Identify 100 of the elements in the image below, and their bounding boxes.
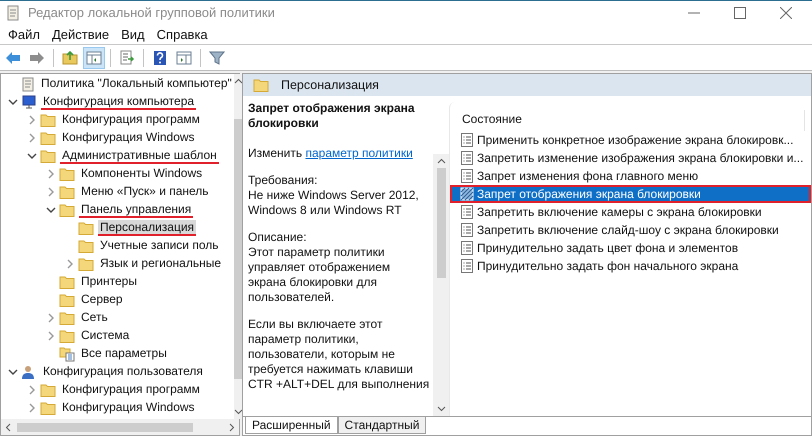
hatched-setting-icon: [460, 187, 474, 201]
folder-icon: [59, 293, 75, 307]
folder-icon: [59, 275, 75, 289]
chevron-right-icon[interactable]: [28, 133, 36, 143]
tree-item[interactable]: Меню «Пуск» и панель: [79, 184, 211, 200]
setting-icon: [460, 241, 474, 255]
computer-icon: [21, 95, 37, 109]
policy-setting-row[interactable]: Принудительно задать цвет фона и элементов: [450, 239, 811, 257]
vertical-scrollbar[interactable]: [433, 154, 449, 416]
scroll-right-icon[interactable]: [229, 422, 235, 432]
chevron-right-icon[interactable]: [48, 313, 54, 323]
toolbar-button[interactable]: [83, 46, 105, 68]
close-icon[interactable]: [780, 6, 792, 18]
tree-item[interactable]: Язык и региональные: [98, 256, 223, 272]
tree-item[interactable]: Сеть: [79, 310, 110, 326]
folder-icon: [59, 311, 75, 325]
chevron-right-icon[interactable]: [28, 115, 36, 125]
folder-icon: [59, 203, 75, 217]
user-icon: [21, 364, 37, 380]
menu-item[interactable]: Вид: [115, 26, 151, 42]
folder-icon: [78, 257, 94, 271]
chevron-right-icon[interactable]: [48, 331, 54, 341]
scroll-icon: [21, 76, 35, 92]
tree-item[interactable]: Конфигурация пользователя: [41, 364, 205, 380]
pane-title: Персонализация: [281, 78, 379, 92]
setting-icon: [460, 133, 474, 147]
folder-icon: [40, 149, 56, 163]
folder-icon: [59, 185, 75, 199]
scroll-icon: [6, 4, 20, 20]
tree-item[interactable]: Политика "Локальный компьютер": [39, 76, 234, 92]
tree-item[interactable]: Конфигурация программ: [60, 112, 202, 128]
tree-item[interactable]: Конфигурация компьютера: [41, 94, 196, 110]
menu-item[interactable]: Файл: [2, 26, 46, 42]
tree-item[interactable]: Персонализация: [98, 220, 196, 236]
maximize-icon[interactable]: [734, 6, 746, 18]
tree-item[interactable]: Административные шаблон: [60, 148, 219, 164]
policy-setting-row[interactable]: Запретить включение камеры с экрана блокировки: [450, 203, 811, 221]
policy-title: Запрет отображения экрана блокировки: [248, 101, 416, 131]
policy-setting-link[interactable]: параметр политики: [305, 146, 413, 160]
chevron-right-icon[interactable]: [28, 403, 36, 413]
chevron-down-icon[interactable]: [27, 152, 37, 160]
setting-icon: [460, 151, 474, 165]
tree-item[interactable]: Конфигурация Windows: [60, 130, 197, 146]
setting-icon: [460, 223, 474, 237]
chevron-down-icon[interactable]: [8, 98, 18, 106]
tree-item[interactable]: Конфигурация Windows: [60, 400, 197, 416]
setting-icon: [460, 259, 474, 273]
folder-icon: [59, 167, 75, 181]
filter-icon: [209, 50, 225, 66]
setting-icon: [460, 169, 474, 183]
policy-setting-row[interactable]: Применить конкретное изображение экрана блокировк...: [450, 131, 811, 149]
policy-setting-row[interactable]: Принудительно задать фон начального экрана: [450, 257, 811, 275]
scrollbar-thumb[interactable]: [17, 422, 193, 432]
help-icon: [153, 50, 167, 66]
export-list-icon: [119, 50, 135, 65]
menu-item[interactable]: Справка: [150, 26, 214, 42]
tree-item[interactable]: Система: [79, 328, 132, 344]
horizontal-scrollbar[interactable]: [1, 419, 239, 435]
chevron-right-icon[interactable]: [66, 259, 74, 269]
window-title: Редактор локальной групповой политики: [28, 5, 275, 20]
back-arrow-icon: [5, 50, 21, 64]
folder-icon: [78, 221, 94, 235]
scrollbar-thumb[interactable]: [436, 168, 446, 278]
panel-icon: [86, 50, 102, 64]
tree-item[interactable]: Принтеры: [79, 274, 139, 290]
chevron-right-icon[interactable]: [28, 385, 36, 395]
scroll-up-icon[interactable]: [234, 78, 243, 84]
folder-icon: [253, 78, 269, 92]
policy-setting-row[interactable]: Запретить изменение изображения экрана блокировки и...: [450, 149, 811, 167]
scrollbar-thumb[interactable]: [234, 118, 243, 378]
chevron-right-icon[interactable]: [48, 169, 54, 179]
view-tab[interactable]: Стандартный: [338, 417, 426, 434]
setting-icon: [460, 205, 474, 219]
vertical-scrollbar[interactable]: [234, 74, 243, 419]
column-header[interactable]: Состояние: [450, 110, 805, 131]
scroll-left-icon[interactable]: [5, 422, 11, 432]
policy-setting-row[interactable]: Запрет отображения экрана блокировки: [450, 185, 811, 203]
menu-item[interactable]: Действие: [46, 26, 116, 42]
folder-icon: [40, 383, 56, 397]
description-paragraph: Если вы включаете этот параметр политики, пользователи, которым не требуется нажимать клавиши CTR +ALT+DEL для выполнения: [248, 317, 430, 392]
folder-icon: [40, 113, 56, 127]
settings-list-icon: [59, 346, 75, 362]
tree-item[interactable]: Учетные записи поль: [98, 238, 220, 254]
scroll-down-icon[interactable]: [436, 406, 446, 412]
view-tab[interactable]: Расширенный: [245, 417, 338, 434]
tree-item[interactable]: Панель управления: [79, 202, 194, 218]
chevron-down-icon[interactable]: [8, 368, 18, 376]
scroll-up-icon[interactable]: [436, 158, 446, 164]
properties-icon: [176, 50, 192, 64]
tree-item[interactable]: Конфигурация программ: [60, 382, 202, 398]
policy-setting-row[interactable]: Запретить включение слайд-шоу с экрана блокировки: [450, 221, 811, 239]
policy-setting-row[interactable]: Запрет изменения фона главного меню: [450, 167, 811, 185]
chevron-right-icon[interactable]: [48, 187, 54, 197]
chevron-down-icon[interactable]: [46, 206, 56, 214]
minimize-icon[interactable]: [688, 12, 700, 14]
tree-item[interactable]: Все параметры: [79, 346, 169, 362]
description-paragraph: Описание: Этот параметр политики управляет отображением экрана блокировки для пользователей.: [248, 230, 392, 305]
scroll-down-icon[interactable]: [234, 409, 243, 415]
tree-item[interactable]: Компоненты Windows: [79, 166, 204, 182]
tree-item[interactable]: Сервер: [79, 292, 125, 308]
